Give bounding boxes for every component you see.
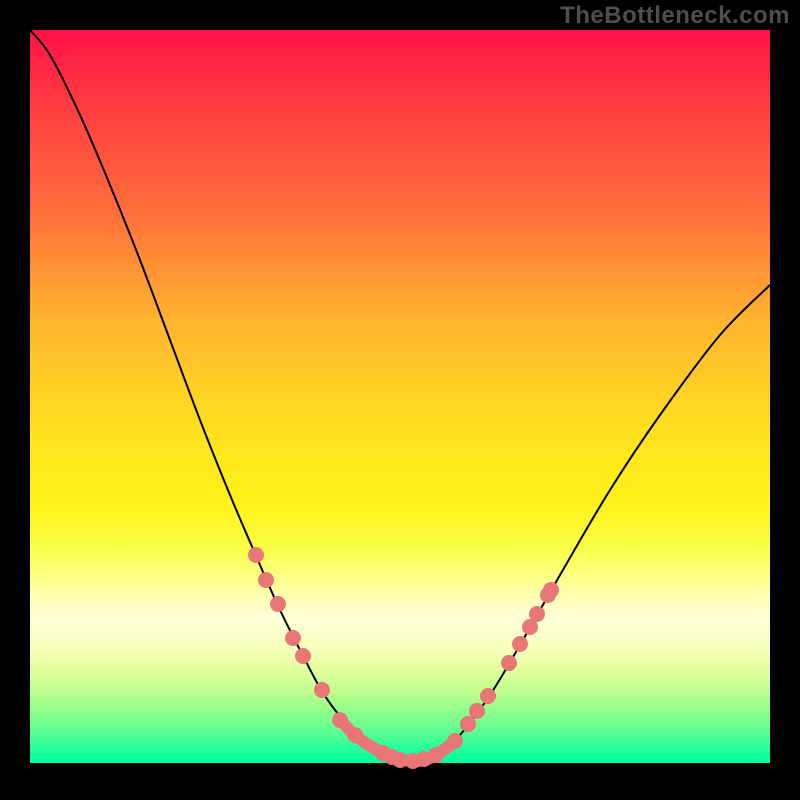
chart-frame: TheBottleneck.com [0,0,800,800]
plot-background [30,30,770,763]
watermark-text: TheBottleneck.com [560,2,790,30]
